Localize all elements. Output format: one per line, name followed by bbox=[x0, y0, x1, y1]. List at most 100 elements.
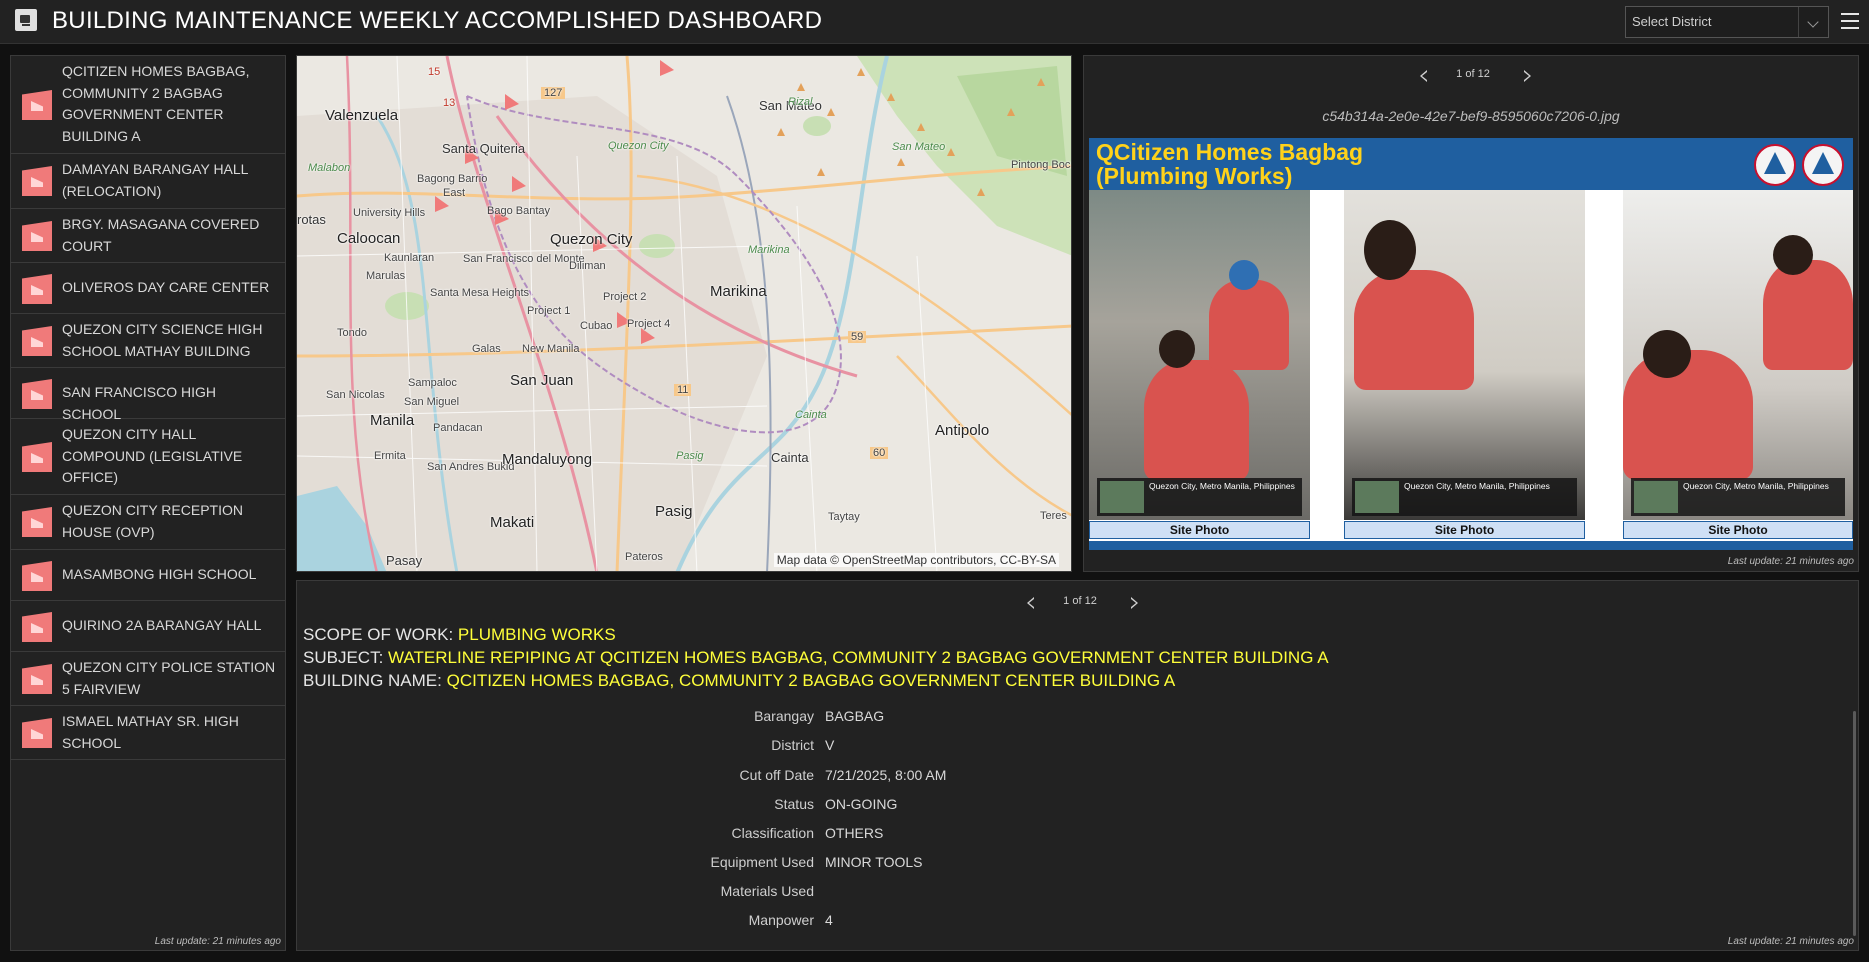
chevron-down-icon[interactable] bbox=[1798, 7, 1828, 37]
map-label: Teres bbox=[1040, 510, 1067, 522]
worker-figure bbox=[1354, 270, 1474, 390]
field-value: BAGBAG bbox=[825, 708, 885, 724]
field-key: Equipment Used bbox=[710, 854, 814, 870]
geotag-overlay: Quezon City, Metro Manila, Philippines bbox=[1631, 478, 1845, 516]
list-item[interactable]: QUEZON CITY POLICE STATION 5 FAIRVIEW bbox=[11, 652, 285, 706]
list-item[interactable]: BRGY. MASAGANA COVERED COURT bbox=[11, 209, 285, 263]
attachment-filename[interactable]: c54b314a-2e0e-42e7-bef9-8595060c7206-0.j… bbox=[1084, 108, 1858, 124]
building-marker-icon bbox=[22, 612, 52, 642]
building-marker-icon bbox=[22, 274, 52, 304]
next-arrow-icon[interactable] bbox=[1131, 597, 1138, 609]
geotag-map-thumb bbox=[1100, 481, 1144, 513]
next-arrow-icon[interactable] bbox=[1524, 70, 1531, 82]
map-label: Antipolo bbox=[935, 422, 990, 439]
list-item-label: OLIVEROS DAY CARE CENTER bbox=[62, 279, 270, 295]
map-label: Tondo bbox=[337, 327, 367, 339]
list-item[interactable]: MASAMBONG HIGH SCHOOL bbox=[11, 550, 285, 601]
road-shield: 59 bbox=[848, 331, 867, 343]
attachment-title-line1: QCitizen Homes Bagbag bbox=[1096, 139, 1364, 165]
map-label: Pateros bbox=[625, 551, 663, 563]
geotag-map-thumb bbox=[1634, 481, 1678, 513]
map-label: Cubao bbox=[580, 320, 613, 332]
app-header: BUILDING MAINTENANCE WEEKLY ACCOMPLISHED… bbox=[0, 0, 1869, 44]
geotag-place: Quezon City, Metro Manila, Philippines bbox=[1149, 481, 1295, 491]
building-marker-icon bbox=[22, 664, 52, 694]
worker-figure bbox=[1144, 360, 1249, 480]
map-label: Project 2 bbox=[603, 291, 647, 303]
list-item[interactable]: QUEZON CITY RECEPTION HOUSE (OVP) bbox=[11, 495, 285, 550]
attachment-last-update: Last update: 21 minutes ago bbox=[1727, 556, 1854, 567]
building-value: QCITIZEN HOMES BAGBAG, COMMUNITY 2 BAGBA… bbox=[446, 671, 1176, 690]
map-label: Caloocan bbox=[337, 230, 401, 247]
scope-label: SCOPE OF WORK: bbox=[303, 625, 454, 644]
map-label: San Mateo bbox=[892, 141, 946, 153]
list-last-update: Last update: 21 minutes ago bbox=[154, 936, 281, 947]
map-label: East bbox=[443, 187, 466, 199]
list-item[interactable]: QCITIZEN HOMES BAGBAG, COMMUNITY 2 BAGBA… bbox=[11, 56, 285, 154]
building-name-line: BUILDING NAME: QCITIZEN HOMES BAGBAG, CO… bbox=[303, 669, 1329, 692]
field-value: OTHERS bbox=[825, 825, 884, 841]
details-pager: 1 of 12 bbox=[1027, 593, 1139, 613]
map-label: Galas bbox=[472, 343, 501, 355]
list-item[interactable]: QUEZON CITY HALL COMPOUND (LEGISLATIVE O… bbox=[11, 419, 285, 495]
map-label: Marulas bbox=[366, 270, 406, 282]
district-select[interactable]: Select District bbox=[1625, 6, 1829, 38]
field-value: V bbox=[825, 737, 835, 753]
road-shield: 11 bbox=[674, 384, 692, 396]
hamburger-menu-icon[interactable] bbox=[1841, 13, 1859, 29]
list-item[interactable]: ISMAEL MATHAY SR. HIGH SCHOOL bbox=[11, 706, 285, 760]
map-label: Valenzuela bbox=[325, 107, 399, 124]
photo-caption: Site Photo bbox=[1344, 521, 1585, 539]
map-label: Cainta bbox=[771, 450, 809, 465]
field-value: 4 bbox=[825, 912, 833, 928]
map-label: Sampaloc bbox=[408, 377, 457, 389]
building-marker-icon bbox=[22, 561, 52, 591]
building-marker-icon bbox=[22, 379, 52, 409]
building-marker-icon bbox=[22, 326, 52, 356]
pager-text: 1 of 12 bbox=[1456, 68, 1490, 80]
map-label: San Miguel bbox=[404, 396, 460, 408]
map-label: Cainta bbox=[795, 409, 827, 421]
map-label: Rizal bbox=[788, 96, 813, 108]
list-item[interactable]: SAN FRANCISCO HIGH SCHOOL bbox=[11, 368, 285, 422]
geotag-overlay: Quezon City, Metro Manila, Philippines bbox=[1352, 478, 1577, 516]
building-list-panel: QCITIZEN HOMES BAGBAG, COMMUNITY 2 BAGBA… bbox=[10, 55, 286, 951]
list-item[interactable]: DAMAYAN BARANGAY HALL (RELOCATION) bbox=[11, 154, 285, 209]
list-item[interactable]: QUIRINO 2A BARANGAY HALL bbox=[11, 601, 285, 652]
field-key: Cut off Date bbox=[739, 767, 814, 783]
previous-arrow-icon[interactable] bbox=[1027, 597, 1034, 609]
map-label: Quezon City bbox=[550, 231, 633, 248]
map-label: Malabon bbox=[308, 162, 351, 174]
field-row-equipment: Equipment Used MINOR TOOLS bbox=[297, 854, 1297, 876]
list-item-label: QUEZON CITY SCIENCE HIGH SCHOOL MATHAY B… bbox=[62, 321, 263, 359]
list-item-label: MASAMBONG HIGH SCHOOL bbox=[62, 566, 257, 582]
worker-figure bbox=[1623, 350, 1753, 480]
previous-arrow-icon[interactable] bbox=[1420, 70, 1427, 82]
field-row-district: District V bbox=[297, 737, 1297, 759]
map-label: San Juan bbox=[510, 372, 574, 389]
map-label: Project 4 bbox=[627, 318, 671, 330]
list-item[interactable]: OLIVEROS DAY CARE CENTER bbox=[11, 263, 285, 314]
list-item[interactable]: QUEZON CITY SCIENCE HIGH SCHOOL MATHAY B… bbox=[11, 314, 285, 368]
field-key: District bbox=[771, 737, 814, 753]
map-attribution[interactable]: Map data © OpenStreetMap contributors, C… bbox=[773, 553, 1059, 567]
details-scrollbar[interactable] bbox=[1853, 711, 1856, 936]
map-label: Bago Bantay bbox=[487, 205, 550, 217]
attachment-title: QCitizen Homes Bagbag (Plumbing Works) bbox=[1096, 140, 1363, 188]
attachment-pager: 1 of 12 bbox=[1420, 66, 1532, 86]
map-label: San Francisco del Monte bbox=[463, 253, 585, 265]
map-view[interactable]: Valenzuela San Mateo Rizal Malabon Santa… bbox=[296, 55, 1072, 572]
map-label: Makati bbox=[490, 514, 535, 531]
geotag-place: Quezon City, Metro Manila, Philippines bbox=[1404, 481, 1550, 491]
page-title: BUILDING MAINTENANCE WEEKLY ACCOMPLISHED… bbox=[52, 7, 823, 34]
building-label: BUILDING NAME: bbox=[303, 671, 442, 690]
list-item-label: ISMAEL MATHAY SR. HIGH SCHOOL bbox=[62, 713, 239, 751]
map-label: Pandacan bbox=[433, 422, 483, 434]
scope-of-work-line: SCOPE OF WORK: PLUMBING WORKS bbox=[303, 623, 1329, 646]
map-label: Santa Mesa Heights bbox=[430, 287, 530, 299]
map-label: Kaunlaran bbox=[384, 252, 435, 264]
building-marker-icon bbox=[22, 442, 52, 472]
map-label: San Nicolas bbox=[326, 389, 385, 401]
list-item-label: QUEZON CITY HALL COMPOUND (LEGISLATIVE O… bbox=[62, 426, 243, 485]
attachment-image[interactable]: QCitizen Homes Bagbag (Plumbing Works) Q… bbox=[1089, 138, 1853, 550]
